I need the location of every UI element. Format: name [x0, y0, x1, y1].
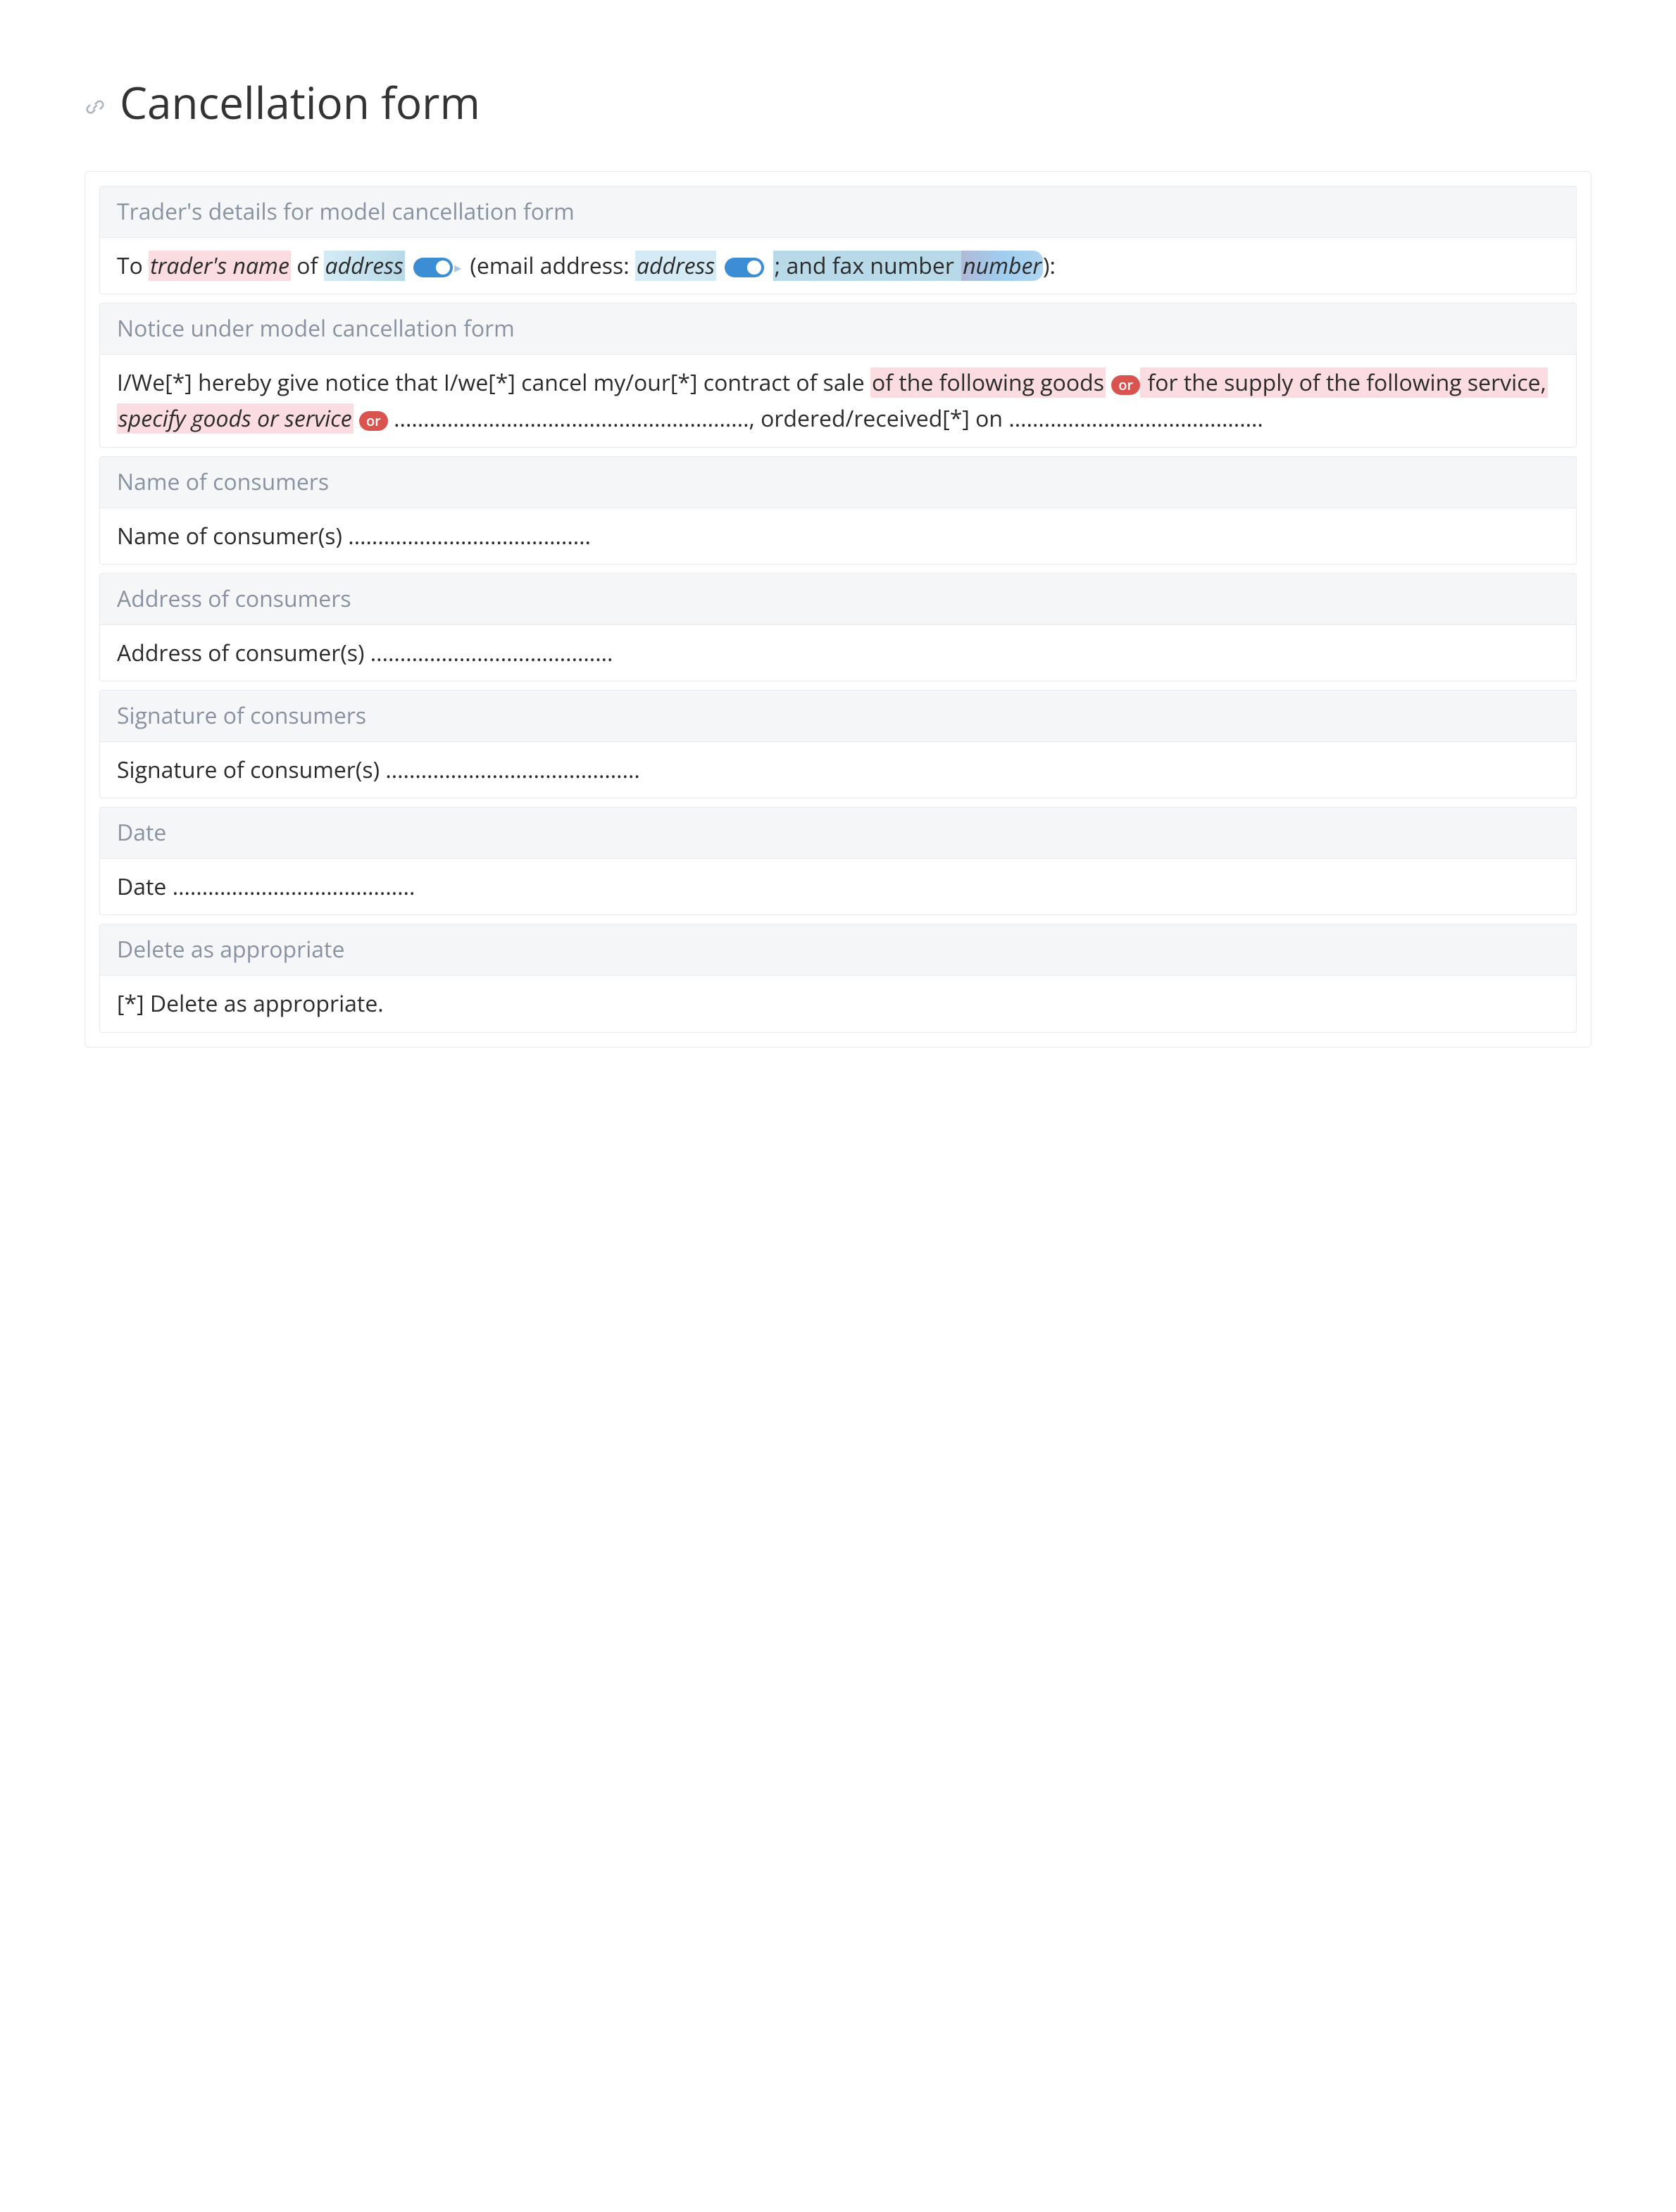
- trader-email-prefix: (email address:: [470, 251, 634, 281]
- section-header-name: Name of consumers: [100, 457, 1576, 508]
- or-badge-1: or: [1111, 375, 1140, 395]
- trader-suffix: ):: [1043, 251, 1056, 281]
- trader-of: of: [291, 251, 324, 281]
- notice-part2: of the following goods: [870, 367, 1106, 398]
- section-body-date: Date ...................................…: [100, 859, 1576, 915]
- section-body-signature: Signature of consumer(s) ...............…: [100, 742, 1576, 798]
- notice-part3: for the supply of the following service,: [1140, 367, 1548, 398]
- section-delete: Delete as appropriate [*] Delete as appr…: [99, 924, 1577, 1032]
- title-row: Cancellation form: [85, 70, 1591, 136]
- section-address-consumers: Address of consumers Address of consumer…: [99, 573, 1577, 681]
- section-body-address: Address of consumer(s) .................…: [100, 625, 1576, 681]
- toggle-track-2: [725, 258, 764, 277]
- section-header-date: Date: [100, 807, 1576, 859]
- section-trader-details: Trader's details for model cancellation …: [99, 186, 1577, 294]
- trader-name-placeholder: trader's name: [149, 251, 291, 281]
- or-badge-2: or: [359, 411, 388, 431]
- section-header-trader: Trader's details for model cancellation …: [100, 187, 1576, 238]
- section-signature-consumers: Signature of consumers Signature of cons…: [99, 690, 1577, 798]
- notice-part4: specify goods or service: [117, 403, 354, 434]
- section-header-delete: Delete as appropriate: [100, 924, 1576, 976]
- section-header-address: Address of consumers: [100, 574, 1576, 625]
- link-icon: [85, 93, 106, 114]
- trader-address-1: address: [324, 251, 405, 281]
- section-body-delete: [*] Delete as appropriate.: [100, 976, 1576, 1031]
- chevron-right-icon: ▸: [454, 256, 461, 279]
- section-date: Date Date ..............................…: [99, 807, 1577, 915]
- notice-dots: ........................................…: [388, 403, 1263, 434]
- section-notice: Notice under model cancellation form I/W…: [99, 303, 1577, 447]
- page-title: Cancellation form: [120, 70, 480, 136]
- section-body-trader: To trader's name of address ▸ (email add…: [100, 238, 1576, 294]
- section-body-name: Name of consumer(s) ....................…: [100, 508, 1576, 564]
- form-container: Trader's details for model cancellation …: [85, 171, 1591, 1048]
- section-name-consumers: Name of consumers Name of consumer(s) ..…: [99, 456, 1577, 565]
- trader-number-wrap: number: [961, 251, 1043, 281]
- section-header-notice: Notice under model cancellation form: [100, 303, 1576, 355]
- page-root: Cancellation form Trader's details for m…: [0, 0, 1676, 1118]
- section-header-signature: Signature of consumers: [100, 691, 1576, 742]
- trader-address-2: address: [635, 251, 716, 281]
- trader-number: number: [963, 251, 1042, 281]
- notice-part1: I/We[*] hereby give notice that I/we[*] …: [117, 367, 870, 398]
- section-body-notice: I/We[*] hereby give notice that I/we[*] …: [100, 355, 1576, 446]
- toggle-track-1: [413, 258, 453, 277]
- toggle-thumb-1: [436, 260, 450, 275]
- toggle-thumb-2: [747, 260, 761, 275]
- trader-fax-prefix: ; and fax number: [773, 251, 961, 281]
- trader-prefix: To: [117, 251, 149, 281]
- toggle-2[interactable]: [725, 258, 764, 277]
- toggle-1[interactable]: ▸: [413, 256, 461, 279]
